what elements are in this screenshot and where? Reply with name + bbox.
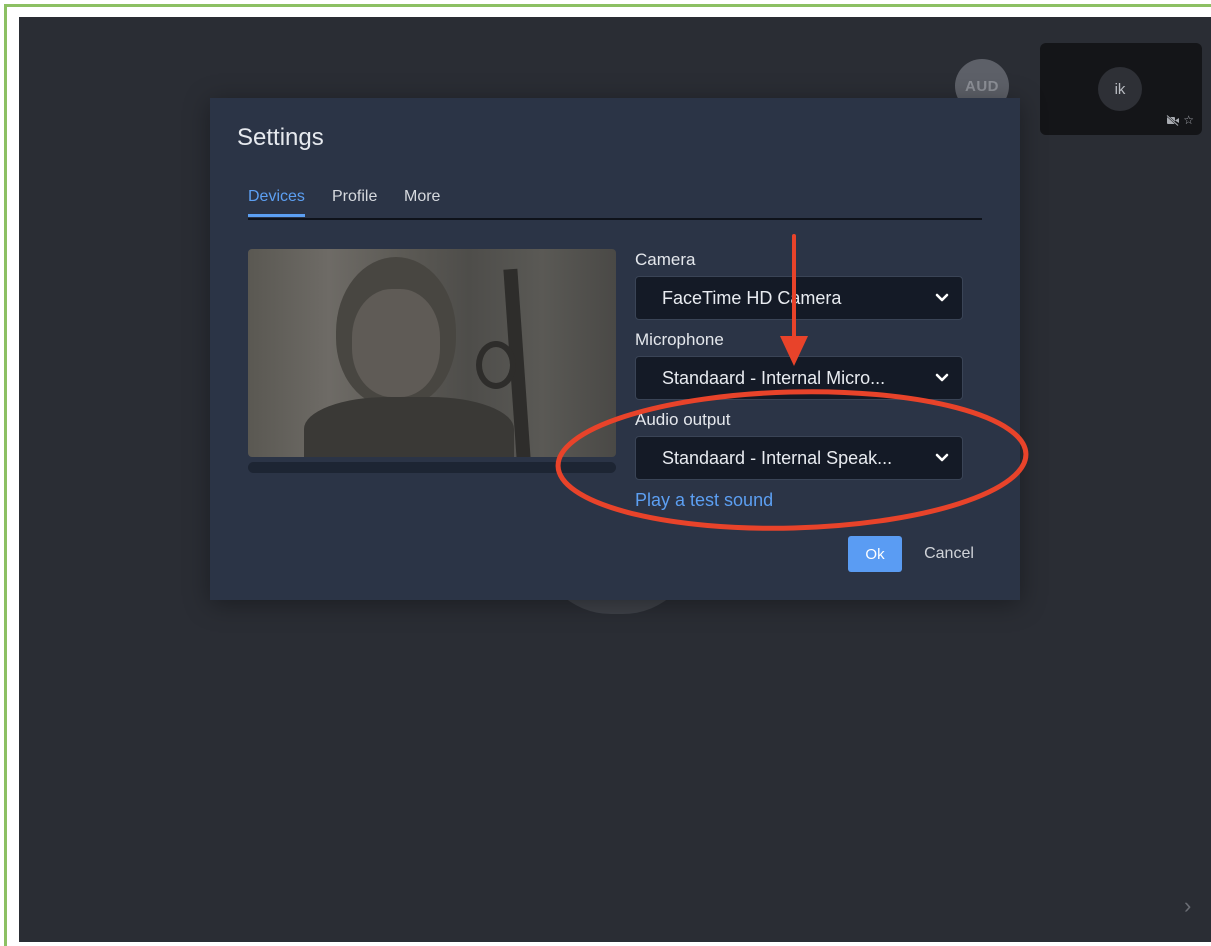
tab-devices[interactable]: Devices: [248, 188, 305, 217]
preview-background-ring: [476, 341, 516, 389]
camera-select[interactable]: FaceTime HD Camera: [635, 276, 963, 320]
tab-more[interactable]: More: [404, 188, 440, 214]
preview-level-bar: [248, 462, 616, 473]
self-avatar: ik: [1098, 67, 1142, 111]
settings-dialog: Settings Devices Profile More Camera Fac…: [210, 98, 1020, 600]
preview-person-face: [352, 289, 440, 397]
microphone-select[interactable]: Standaard - Internal Micro...: [635, 356, 963, 400]
microphone-label: Microphone: [635, 330, 724, 349]
microphone-select-value: Standaard - Internal Micro...: [662, 367, 886, 388]
dialog-title: Settings: [237, 124, 324, 151]
audio-output-select[interactable]: Standaard - Internal Speak...: [635, 436, 963, 480]
chevron-down-icon: [922, 293, 962, 303]
self-avatar-initials: ik: [1114, 80, 1126, 98]
video-off-icon: [1166, 114, 1180, 126]
camera-label: Camera: [635, 250, 696, 269]
cancel-button[interactable]: Cancel: [918, 536, 980, 572]
thumbnail-status-icons: ☆: [1166, 113, 1194, 127]
chevron-right-icon[interactable]: ›: [1184, 893, 1191, 919]
self-video-thumbnail[interactable]: ik ☆: [1040, 43, 1202, 135]
camera-preview: [248, 249, 616, 457]
chevron-down-icon: [922, 373, 962, 383]
audio-output-select-value: Standaard - Internal Speak...: [662, 447, 893, 468]
tab-profile[interactable]: Profile: [332, 188, 377, 214]
remote-participant-initials: AUD: [965, 77, 999, 95]
chevron-down-icon: [922, 453, 962, 463]
settings-tabs: Devices Profile More: [248, 188, 982, 220]
camera-select-value: FaceTime HD Camera: [662, 287, 842, 308]
ok-button[interactable]: Ok: [848, 536, 902, 572]
audio-output-label: Audio output: [635, 410, 731, 429]
preview-person-body: [304, 397, 514, 457]
play-test-sound-link[interactable]: Play a test sound: [635, 490, 773, 511]
star-icon[interactable]: ☆: [1183, 113, 1194, 127]
